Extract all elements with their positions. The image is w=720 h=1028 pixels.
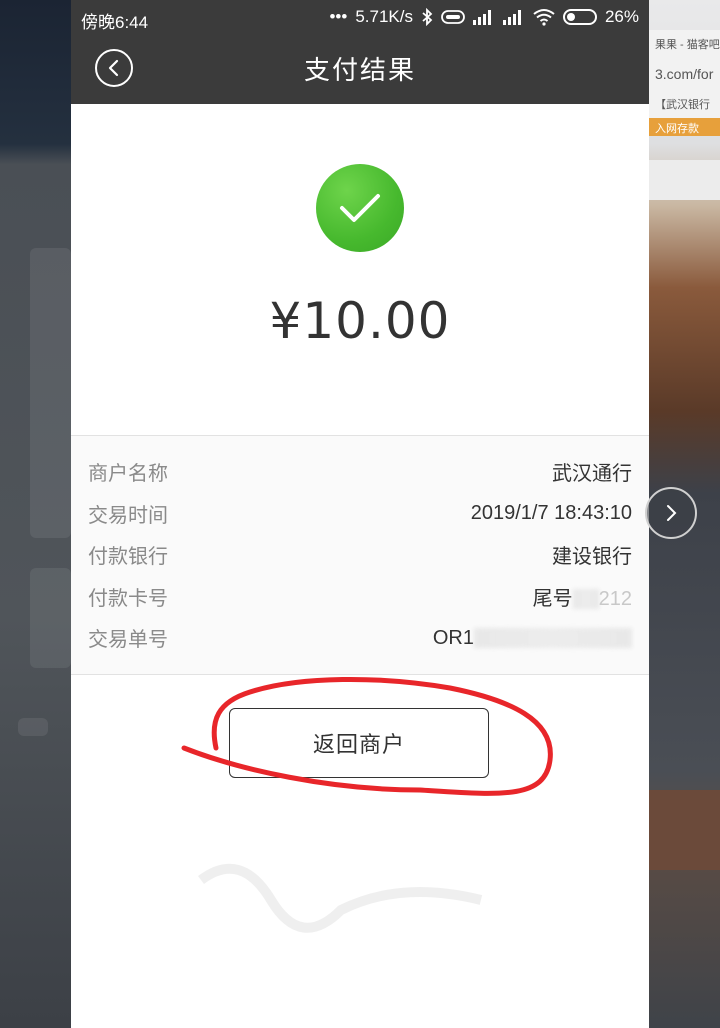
next-arrow-button[interactable] xyxy=(645,487,697,539)
success-check-icon xyxy=(316,164,404,252)
network-speed: 5.71K/s xyxy=(355,7,413,26)
phone-screen: 傍晚6:44 ••• 5.71K/s 26% 支付结果 ¥10.00 商户名称 … xyxy=(71,0,649,1028)
divider xyxy=(71,674,649,675)
detail-label: 付款银行 xyxy=(88,543,168,568)
detail-row-card: 付款卡号 尾号 212 xyxy=(88,581,632,611)
page-title: 支付结果 xyxy=(303,56,416,86)
watermark-logo xyxy=(198,863,483,933)
detail-row-bank: 付款银行 建设银行 xyxy=(88,539,632,569)
hd-call-icon xyxy=(441,10,465,24)
battery-level: 26% xyxy=(604,7,639,26)
redacted-mask xyxy=(572,589,599,609)
background-gif-icon xyxy=(18,718,48,736)
background-blur-card xyxy=(30,568,71,668)
more-dots-icon: ••• xyxy=(329,7,348,26)
background-photo xyxy=(649,790,720,870)
detail-value: OR1 xyxy=(433,625,632,650)
background-text: 【武汉银行 xyxy=(655,99,710,111)
detail-label: 商户名称 xyxy=(88,460,168,485)
card-tail-prefix: 尾号 xyxy=(532,585,573,610)
status-icons: ••• 5.71K/s 26% xyxy=(329,7,639,27)
background-left-panel xyxy=(0,0,71,1028)
wifi-icon xyxy=(533,9,555,26)
payment-amount: ¥10.00 xyxy=(269,292,451,350)
status-time: 傍晚6:44 xyxy=(81,13,149,32)
battery-icon xyxy=(562,9,597,25)
chevron-right-icon xyxy=(667,505,677,521)
detail-value: 尾号 212 xyxy=(533,582,632,611)
bluetooth-icon xyxy=(422,8,433,26)
background-blur-card xyxy=(30,248,71,538)
transaction-details: 商户名称 武汉通行 交易时间 2019/1/7 18:43:10 付款银行 建设… xyxy=(71,436,649,674)
order-number-prefix: OR1 xyxy=(432,626,474,649)
detail-label: 交易时间 xyxy=(88,502,168,527)
signal-icon xyxy=(472,10,491,25)
background-window-bar xyxy=(649,160,720,200)
background-text: 果果 - 猫客吧 xyxy=(655,39,720,51)
return-to-merchant-button[interactable]: 返回商户 xyxy=(229,708,489,778)
detail-row-order: 交易单号 OR1 xyxy=(88,622,632,652)
redacted-mask xyxy=(474,628,632,648)
detail-label: 交易单号 xyxy=(88,626,168,651)
detail-row-time: 交易时间 2019/1/7 18:43:10 xyxy=(88,498,632,528)
detail-row-merchant: 商户名称 武汉通行 xyxy=(88,456,632,486)
background-text: 入网存款 xyxy=(655,123,699,135)
navigation-bar: 支付结果 xyxy=(71,34,649,104)
detail-value: 2019/1/7 18:43:10 xyxy=(470,501,632,524)
status-bar: 傍晚6:44 ••• 5.71K/s 26% xyxy=(71,0,649,34)
card-tail-digits: 212 xyxy=(598,587,632,610)
detail-value: 建设银行 xyxy=(552,543,632,568)
background-text: 3.com/for xyxy=(655,66,714,82)
signal-icon xyxy=(502,10,521,25)
detail-value: 武汉通行 xyxy=(552,460,632,485)
detail-label: 付款卡号 xyxy=(88,585,168,610)
checkmark-icon xyxy=(340,194,380,222)
